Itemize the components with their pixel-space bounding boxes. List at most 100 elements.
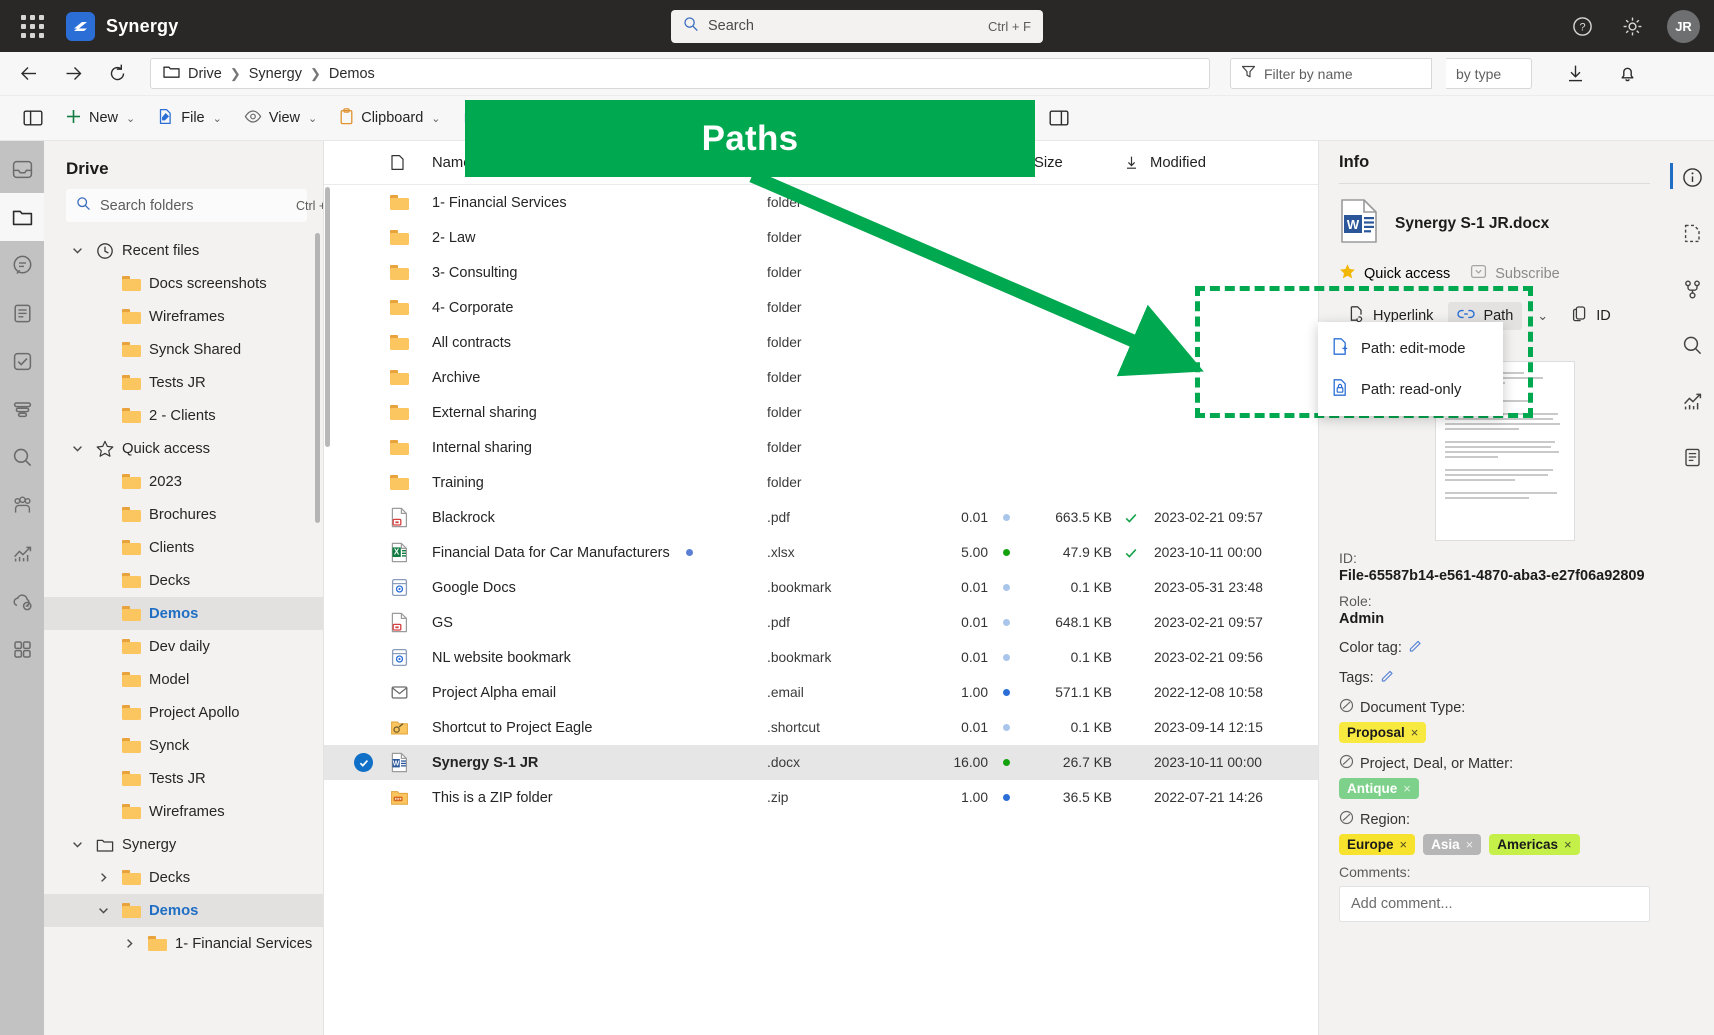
- download-icon[interactable]: [1560, 59, 1590, 89]
- sidebar-item-demos[interactable]: Demos: [44, 894, 323, 927]
- file-button[interactable]: File ⌄: [148, 102, 231, 135]
- sidebar-item-decks[interactable]: Decks: [44, 564, 323, 597]
- path-edit-mode-item[interactable]: Path: edit-mode: [1318, 328, 1503, 369]
- table-row[interactable]: GS .pdf 0.01 648.1 KB 2023-02-21 09:57: [324, 605, 1318, 640]
- tree-twisty-icon[interactable]: [66, 838, 88, 851]
- document-lines-icon[interactable]: [1670, 429, 1714, 485]
- sidebar-item-synergy[interactable]: Synergy: [44, 828, 323, 861]
- rail-notes-icon[interactable]: [0, 289, 44, 337]
- rail-list-icon[interactable]: [0, 385, 44, 433]
- edit-pencil-icon[interactable]: [1380, 668, 1395, 687]
- view-button[interactable]: View ⌄: [235, 102, 326, 135]
- table-row[interactable]: Training folder: [324, 465, 1318, 500]
- brand[interactable]: Synergy: [66, 11, 178, 41]
- filter-input[interactable]: [1264, 65, 1421, 82]
- row-name[interactable]: Synergy S-1 JR: [432, 755, 739, 771]
- sidebar-item-1-financial-services[interactable]: 1- Financial Services: [44, 927, 323, 960]
- filter-by-type-select[interactable]: by type: [1446, 58, 1532, 89]
- sidebar-item-clients[interactable]: Clients: [44, 531, 323, 564]
- row-name[interactable]: GS: [432, 615, 739, 631]
- table-row[interactable]: NL website bookmark .bookmark 0.01 0.1 KB 20…: [324, 640, 1318, 675]
- notification-bell-icon[interactable]: [1612, 59, 1642, 89]
- sidebar-item-dev-daily[interactable]: Dev daily: [44, 630, 323, 663]
- table-row[interactable]: W Synergy S-1 JR .docx 16.00 26.7 KB 2023-10-…: [324, 745, 1318, 780]
- table-row[interactable]: Project Alpha email .email 1.00 571.1 KB 202…: [324, 675, 1318, 710]
- table-row[interactable]: Internal sharing folder: [324, 430, 1318, 465]
- row-name[interactable]: 3- Consulting: [432, 265, 739, 281]
- tag-remove-icon[interactable]: ×: [1403, 781, 1411, 796]
- row-name[interactable]: Project Alpha email: [432, 685, 739, 701]
- sidebar-item-2-clients[interactable]: 2 - Clients: [44, 399, 323, 432]
- row-name[interactable]: NL website bookmark: [432, 650, 739, 666]
- path-read-only-item[interactable]: Path: read-only: [1318, 369, 1503, 410]
- quick-access-button[interactable]: Quick access: [1339, 263, 1450, 284]
- sidebar-item-synck-shared[interactable]: Synck Shared: [44, 333, 323, 366]
- versions-branch-icon[interactable]: [1670, 261, 1714, 317]
- table-row[interactable]: Blackrock .pdf 0.01 663.5 KB 2023-02-21 09:5…: [324, 500, 1318, 535]
- sidebar-item-project-apollo[interactable]: Project Apollo: [44, 696, 323, 729]
- table-row[interactable]: All contracts folder: [324, 325, 1318, 360]
- rail-folder-icon[interactable]: [0, 193, 44, 241]
- tag-chip[interactable]: Asia ×: [1423, 834, 1482, 855]
- tree-twisty-icon[interactable]: [118, 937, 140, 950]
- sidebar-item-wireframes[interactable]: Wireframes: [44, 300, 323, 333]
- table-row[interactable]: This is a ZIP folder .zip 1.00 36.5 KB 2022-…: [324, 780, 1318, 815]
- rail-cloud-sync-icon[interactable]: [0, 577, 44, 625]
- document-column-icon[interactable]: [390, 154, 432, 171]
- sidebar-scrollbar[interactable]: [315, 233, 320, 523]
- subscribe-button[interactable]: Subscribe: [1470, 263, 1560, 284]
- table-row[interactable]: 3- Consulting folder: [324, 255, 1318, 290]
- refresh-icon[interactable]: [102, 59, 132, 89]
- breadcrumb-item-2[interactable]: Demos: [329, 66, 375, 82]
- row-name[interactable]: Internal sharing: [432, 440, 739, 456]
- tag-chip[interactable]: Europe ×: [1339, 834, 1416, 855]
- file-list-scrollbar[interactable]: [325, 187, 330, 447]
- folder-search[interactable]: Ctrl + K: [66, 189, 323, 222]
- row-name[interactable]: All contracts: [432, 335, 739, 351]
- tag-remove-icon[interactable]: ×: [1564, 837, 1572, 852]
- table-row[interactable]: Google Docs .bookmark 0.01 0.1 KB 2023-05-31…: [324, 570, 1318, 605]
- tree-twisty-icon[interactable]: [66, 244, 88, 257]
- row-name[interactable]: Blackrock: [432, 510, 739, 526]
- left-panel-toggle-icon[interactable]: [14, 103, 52, 133]
- row-name[interactable]: Shortcut to Project Eagle: [432, 720, 739, 736]
- sidebar-item-docs-screenshots[interactable]: Docs screenshots: [44, 267, 323, 300]
- tree-twisty-icon[interactable]: [92, 904, 114, 917]
- tag-remove-icon[interactable]: ×: [1400, 837, 1408, 852]
- comment-field[interactable]: [1339, 886, 1650, 922]
- row-name[interactable]: 2- Law: [432, 230, 739, 246]
- tag-chip[interactable]: Proposal ×: [1339, 722, 1427, 743]
- rail-apps-icon[interactable]: [0, 625, 44, 673]
- row-name[interactable]: 1- Financial Services: [432, 195, 739, 211]
- search-icon[interactable]: [1670, 317, 1714, 373]
- sidebar-item-wireframes[interactable]: Wireframes: [44, 795, 323, 828]
- sidebar-item-2023[interactable]: 2023: [44, 465, 323, 498]
- forward-arrow-icon[interactable]: [58, 59, 88, 89]
- page-dashed-icon[interactable]: [1670, 205, 1714, 261]
- sidebar-item-recent-files[interactable]: Recent files: [44, 234, 323, 267]
- row-name[interactable]: Training: [432, 475, 739, 491]
- table-row[interactable]: X Financial Data for Car Manufacturers .xl…: [324, 535, 1318, 570]
- table-row[interactable]: 2- Law folder: [324, 220, 1318, 255]
- tag-chip[interactable]: Americas ×: [1489, 834, 1580, 855]
- column-modified[interactable]: Modified: [1150, 155, 1318, 171]
- breadcrumb-item-0[interactable]: Drive: [188, 66, 222, 82]
- sidebar-item-tests-jr[interactable]: Tests JR: [44, 762, 323, 795]
- app-launcher-icon[interactable]: [14, 8, 50, 44]
- info-circle-icon[interactable]: [1670, 149, 1714, 205]
- rail-search-icon[interactable]: [0, 433, 44, 481]
- table-row[interactable]: Archive folder: [324, 360, 1318, 395]
- tag-remove-icon[interactable]: ×: [1466, 837, 1474, 852]
- column-size-sort[interactable]: [1112, 155, 1150, 170]
- table-row[interactable]: Shortcut to Project Eagle .shortcut 0.01 0.…: [324, 710, 1318, 745]
- rail-people-icon[interactable]: [0, 481, 44, 529]
- search-input[interactable]: [708, 18, 980, 34]
- edit-pencil-icon[interactable]: [1408, 638, 1423, 657]
- rail-analytics-icon[interactable]: [0, 529, 44, 577]
- row-name[interactable]: Financial Data for Car Manufacturers: [432, 545, 739, 561]
- rail-chat-icon[interactable]: [0, 241, 44, 289]
- folder-search-input[interactable]: [100, 197, 287, 214]
- chart-icon[interactable]: [1670, 373, 1714, 429]
- row-name[interactable]: Google Docs: [432, 580, 739, 596]
- sidebar-item-decks[interactable]: Decks: [44, 861, 323, 894]
